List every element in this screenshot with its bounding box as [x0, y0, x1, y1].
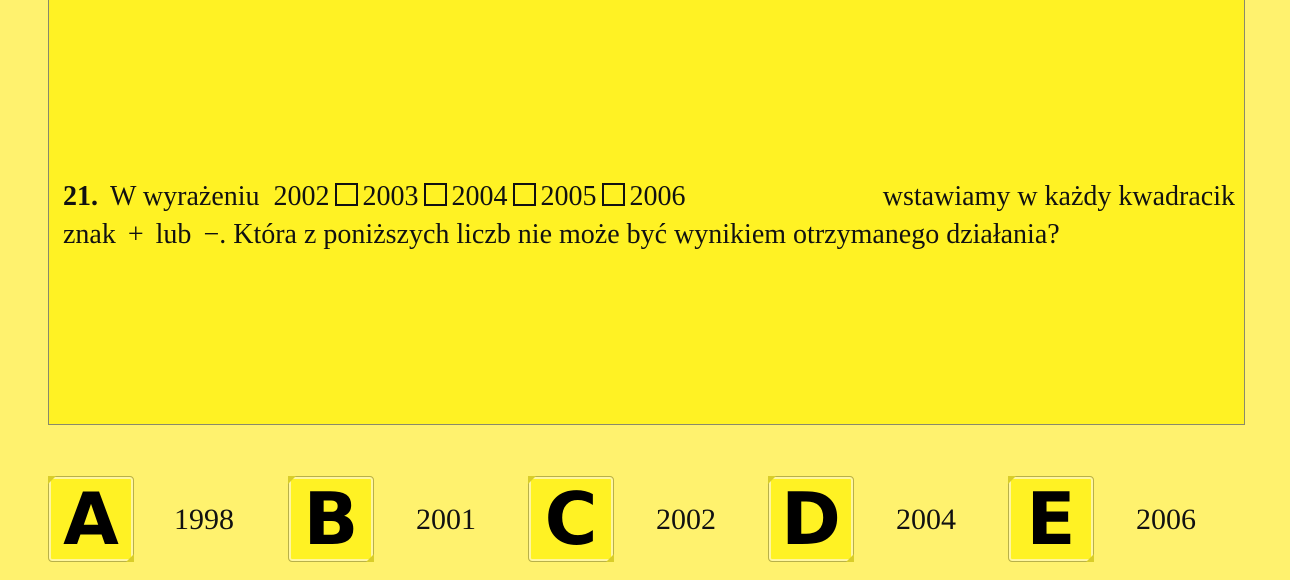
answer-letter-a[interactable]: A: [48, 476, 134, 562]
answer-letter-c[interactable]: C: [528, 476, 614, 562]
expression-number-1: 2002: [273, 181, 330, 212]
empty-square-1: [334, 182, 358, 206]
question-text: 21. W wyrażeniu 2002 2003 2004 2005 2006…: [63, 178, 1235, 254]
question-line-2: znak + lub − . Która z poniższych liczb …: [63, 216, 1235, 254]
empty-square-4: [601, 182, 625, 206]
question-or-word: lub: [155, 219, 192, 250]
answer-letter-e[interactable]: E: [1008, 476, 1094, 562]
minus-sign: −: [203, 219, 220, 250]
answer-options: A 1998 B 2001 C 2002 D 2004 E 2006: [0, 476, 1290, 566]
question-line-1: 21. W wyrażeniu 2002 2003 2004 2005 2006…: [63, 178, 1235, 216]
empty-square-2: [423, 182, 447, 206]
expression-number-2: 2003: [362, 181, 419, 212]
question-number: 21.: [63, 181, 98, 212]
empty-square-3: [512, 182, 536, 206]
question-card: 21. W wyrażeniu 2002 2003 2004 2005 2006…: [48, 0, 1245, 425]
answer-letter-b[interactable]: B: [288, 476, 374, 562]
answer-value-d: 2004: [896, 503, 956, 536]
question-line-2-tail: . Która z poniższych liczb nie może być …: [219, 219, 1060, 250]
question-line-1-tail: wstawiamy w każdy kwadracik: [882, 181, 1235, 212]
answer-value-b: 2001: [416, 503, 476, 536]
question-intro: W wyrażeniu: [110, 181, 260, 212]
expression-number-4: 2005: [540, 181, 597, 212]
expression-number-3: 2004: [451, 181, 508, 212]
answer-value-a: 1998: [174, 503, 234, 536]
question-sign-word: znak: [63, 219, 116, 250]
answer-letter-d[interactable]: D: [768, 476, 854, 562]
answer-value-e: 2006: [1136, 503, 1196, 536]
expression-number-5: 2006: [629, 181, 686, 212]
answer-value-c: 2002: [656, 503, 716, 536]
plus-sign: +: [127, 219, 144, 250]
